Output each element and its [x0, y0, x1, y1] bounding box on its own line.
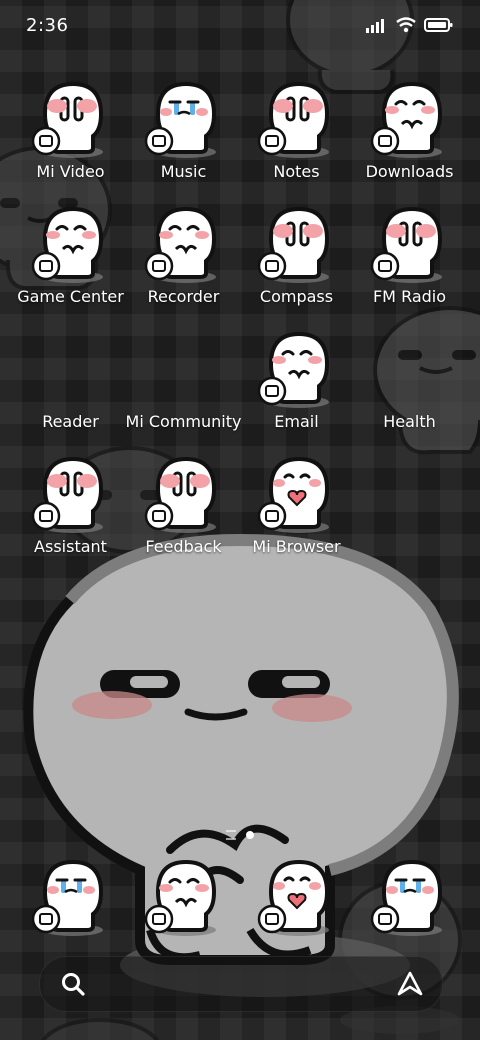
search-bar[interactable] [39, 956, 443, 1012]
wallpaper-character-bottom-left [41, 1018, 159, 1040]
assistant-icon[interactable] [396, 970, 424, 998]
app-fm-radio[interactable]: FM Radio [353, 205, 466, 325]
compass-icon [257, 205, 337, 285]
health-icon [370, 330, 450, 410]
battery-icon [424, 18, 453, 32]
status-time: 2:36 [26, 14, 69, 36]
status-icons [366, 17, 454, 33]
signal-icon [366, 19, 384, 33]
app-label: FM Radio [372, 287, 447, 306]
notes-icon [257, 80, 337, 160]
app-label: Music [160, 162, 207, 181]
app-notes[interactable]: Notes [240, 80, 353, 200]
app-compass[interactable]: Compass [240, 205, 353, 325]
app-email[interactable]: Email [240, 330, 353, 450]
microphone-icon [31, 455, 111, 535]
search-icon [62, 973, 85, 996]
app-mi-browser[interactable]: Mi Browser [240, 455, 353, 575]
app-label: Feedback [145, 537, 222, 556]
message-icon [144, 858, 224, 938]
app-assistant[interactable]: Assistant [14, 455, 127, 575]
browser-icon [257, 858, 337, 938]
app-feedback[interactable]: Feedback [127, 455, 240, 575]
recorder-icon [144, 205, 224, 285]
app-recorder[interactable]: Recorder [127, 205, 240, 325]
app-label: Mi Video [36, 162, 105, 181]
phone-icon [31, 858, 111, 938]
app-label: Compass [259, 287, 334, 306]
browser-icon [257, 455, 337, 535]
music-disc-icon [144, 80, 224, 160]
wifi-icon [396, 17, 416, 33]
app-label: Downloads [365, 162, 454, 181]
mi-community-icon [144, 330, 224, 410]
app-label: Assistant [34, 537, 107, 556]
download-icon [370, 80, 450, 160]
gamepad-icon [31, 205, 111, 285]
heart-chat-icon [144, 455, 224, 535]
radio-icon [370, 205, 450, 285]
page-indicator [0, 830, 480, 840]
app-label: Mi Browser [252, 537, 341, 556]
app-health[interactable]: Health [353, 330, 466, 450]
app-label: Notes [273, 162, 320, 181]
app-game-center[interactable]: Game Center [14, 205, 127, 325]
page-indicator-home[interactable] [226, 830, 236, 840]
app-label: Recorder [147, 287, 220, 306]
app-label: Reader [42, 412, 99, 431]
app-label: Mi Community [125, 412, 242, 431]
camera-icon [370, 858, 450, 938]
mail-icon [257, 330, 337, 410]
page-indicator-dot[interactable] [246, 831, 254, 839]
app-reader[interactable]: Reader [14, 330, 127, 450]
app-label: Health [383, 412, 436, 431]
app-downloads[interactable]: Downloads [353, 80, 466, 200]
app-mi-community[interactable]: Mi Community [125, 330, 242, 450]
app-label: Email [274, 412, 319, 431]
app-music[interactable]: Music [127, 80, 240, 200]
app-mi-video[interactable]: Mi Video [14, 80, 127, 200]
status-bar: 2:36 [0, 0, 480, 50]
video-icon [31, 80, 111, 160]
reader-icon [31, 330, 111, 410]
app-label: Game Center [17, 287, 124, 306]
